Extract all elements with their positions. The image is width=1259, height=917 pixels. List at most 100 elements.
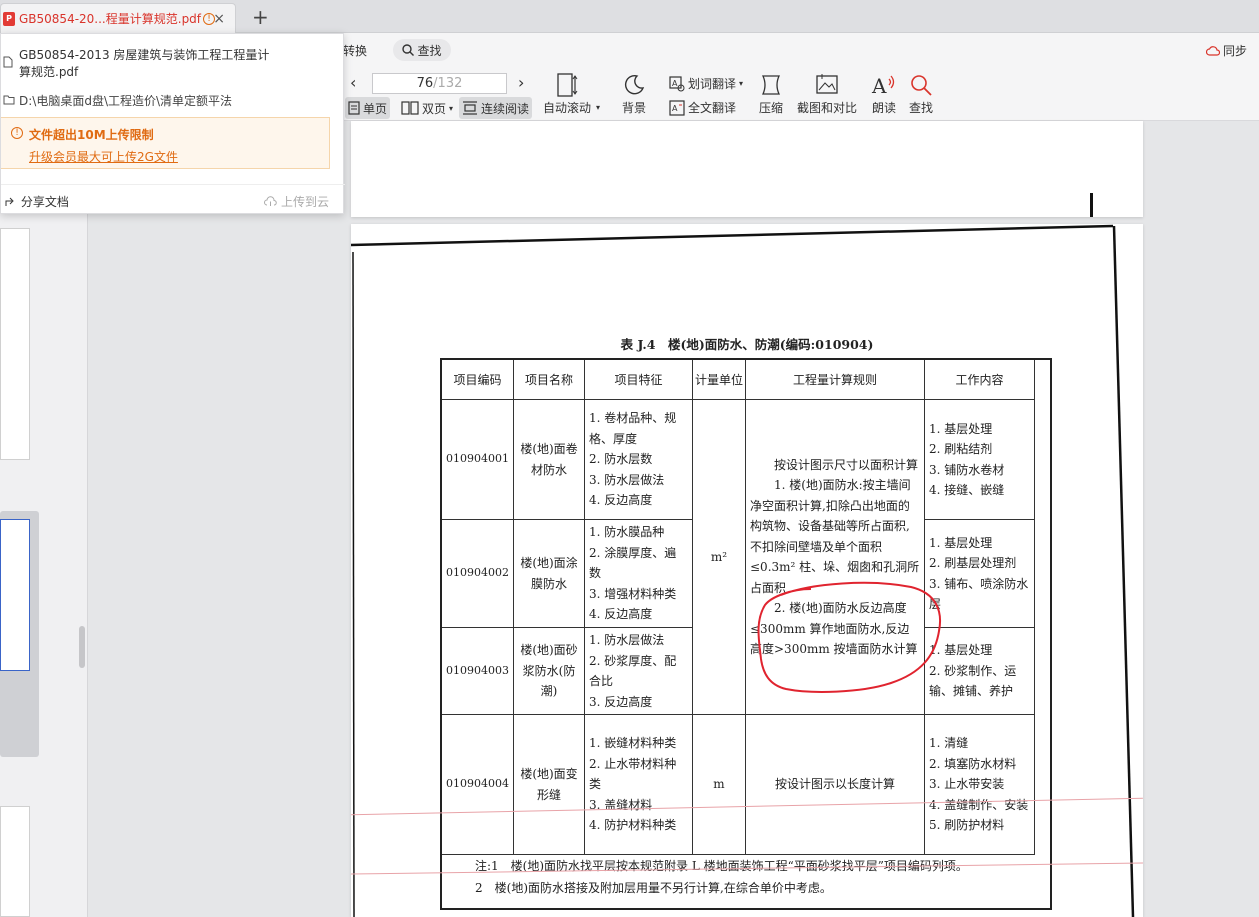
single-page-icon [348,101,360,115]
convert-menu[interactable]: 转换 [343,42,367,59]
column-header: 项目名称 [513,359,585,400]
feature-item: 1. 嵌缝材料种类 [589,736,677,751]
page-thumbnail[interactable] [0,806,30,917]
close-tab-button[interactable]: × [213,11,225,27]
tab-bar: P GB50854-20...程量计算规范.pdf ! × + [0,0,1259,33]
work-item: 3. 止水带安装 [929,777,1005,792]
table-row: 010904004 楼(地)面变形缝 1. 嵌缝材料种类 2. 止水带材料种类 … [441,714,1035,855]
note-line: 注:1 楼(地)面防水找平层按本规范附录 L 楼地面装饰工程“平面砂浆找平层”项… [475,859,968,873]
svg-text:A: A [672,104,678,113]
search-icon [402,44,415,56]
word-translate-icon: A [669,75,685,91]
cloud-icon [1205,45,1220,56]
pdf-file-icon: P [3,11,15,26]
table-notes: 注:1 楼(地)面防水找平层按本规范附录 L 楼地面装饰工程“平面砂浆找平层”项… [441,849,1051,909]
work-item: 2. 砂浆制作、运输、摊铺、养护 [929,663,1017,699]
current-page: 76 [416,76,434,91]
feature-item: 1. 卷材品种、规格、厚度 [589,411,677,446]
work-item: 1. 基层处理 [929,643,993,658]
note-line: 2 楼(地)面防水搭接及附加层用量不另行计算,在综合单价中考虑。 [475,881,832,895]
search-pill-button[interactable]: 查找 [393,39,451,61]
double-page-button[interactable]: 双页 ▾ [398,97,456,119]
background-label: 背景 [622,101,647,115]
thumbnail-sidebar [0,121,88,917]
work-item: 2. 刷粘结剂 [929,442,993,456]
screenshot-compare-label: 截图和对比 [797,101,858,115]
moon-icon [624,74,645,95]
scan-edge [1090,193,1093,217]
auto-scroll-icon [557,73,578,97]
upload-cloud-button[interactable]: 上传到云 [264,193,329,210]
warning-title: 文件超出10M上传限制 [29,128,154,142]
document-page-previous [351,121,1143,217]
item-code: 010904001 [441,399,514,520]
item-name: 楼(地)面变形缝 [513,714,585,855]
feature-item: 3. 反边高度 [589,694,653,709]
compress-icon [762,75,780,95]
auto-scroll-chevron-icon[interactable]: ▾ [596,103,600,112]
item-unit: m [692,714,746,855]
tab-document[interactable]: P GB50854-20...程量计算规范.pdf ! × [0,3,236,33]
word-translate-button[interactable]: A 划词翻译 ▾ [669,75,743,92]
page-thumbnail-selected[interactable] [0,511,39,757]
work-item: 5. 刷防护材料 [929,818,1005,833]
double-page-icon [401,101,419,115]
work-item: 1. 基层处理 [929,421,993,436]
screenshot-compare-button[interactable]: 截图和对比 [797,71,857,116]
item-rule: 按设计图示以长度计算 [745,714,925,855]
work-item: 4. 接缝、嵌缝 [929,483,1005,497]
svg-text:A: A [672,79,678,88]
find-button[interactable]: 查找 [909,71,933,116]
next-page-button[interactable]: › [518,73,524,92]
continuous-read-label: 连续阅读 [481,101,530,116]
item-code: 010904004 [441,714,514,855]
sync-button[interactable]: 同步 [1205,42,1247,59]
continuous-read-button[interactable]: 连续阅读 [459,97,533,119]
read-aloud-button[interactable]: A 朗读 [871,71,897,116]
column-header: 项目编码 [441,359,514,400]
item-name: 楼(地)面砂浆防水(防潮) [513,627,585,715]
total-pages: /132 [433,76,463,91]
share-label: 分享文档 [20,195,69,209]
compress-button[interactable]: 压缩 [759,71,783,116]
item-name: 楼(地)面卷材防水 [513,399,585,520]
popup-footer: 分享文档 上传到云 [1,184,345,214]
page-thumbnail[interactable] [0,228,30,460]
work-item: 4. 盖缝制作、安装 [929,797,1029,812]
full-translate-icon: A [669,99,685,116]
item-name: 楼(地)面涂膜防水 [513,519,585,628]
popup-filename: GB50854-2013 房屋建筑与装饰工程工程量计算规范.pdf [19,48,270,79]
share-document-button[interactable]: 分享文档 [5,193,69,210]
table-caption: 表 J.4 楼(地)面防水、防潮(编码:010904) [620,337,874,352]
item-code: 010904002 [441,519,514,628]
feature-item: 3. 增强材料种类 [589,586,677,601]
spec-table: 项目编码 项目名称 项目特征 计量单位 工程量计算规则 工作内容 0109040… [441,359,1035,855]
read-aloud-icon: A [871,74,895,97]
page-number-input[interactable]: 76/132 [372,73,507,94]
tab-title: GB50854-20...程量计算规范.pdf [19,12,202,26]
table-header-row: 项目编码 项目名称 项目特征 计量单位 工程量计算规则 工作内容 [441,359,1035,400]
work-item: 3. 铺布、喷涂防水层 [929,576,1029,612]
double-page-label: 双页 [422,101,447,116]
prev-page-button[interactable]: ‹ [350,73,356,92]
item-unit: m² [692,399,746,715]
continuous-read-icon [463,101,477,115]
work-item: 1. 清缝 [929,736,969,751]
new-tab-button[interactable]: + [252,5,269,29]
svg-text:A: A [871,74,887,97]
single-page-button[interactable]: 单页 [345,97,391,119]
feature-item: 4. 反边高度 [589,607,653,622]
upgrade-link[interactable]: 升级会员最大可上传2G文件 [29,148,178,165]
sidebar-scrollbar[interactable] [79,626,85,668]
screenshot-icon [816,74,838,94]
auto-scroll-button[interactable]: 自动滚动 [543,71,591,116]
feature-item: 4. 防护材料种类 [589,818,677,833]
full-translate-button[interactable]: A 全文翻译 [669,99,736,116]
feature-item: 4. 反边高度 [589,493,653,508]
work-item: 3. 铺防水卷材 [929,462,1005,477]
item-work: 1. 基层处理 2. 刷基层处理剂 3. 铺布、喷涂防水层 [924,519,1035,628]
column-header: 计量单位 [692,359,746,400]
item-features: 1. 卷材品种、规格、厚度 2. 防水层数 3. 防水层做法 4. 反边高度 [584,399,693,520]
background-button[interactable]: 背景 [622,71,646,116]
item-work: 1. 基层处理 2. 刷粘结剂 3. 铺防水卷材 4. 接缝、嵌缝 [924,399,1035,520]
